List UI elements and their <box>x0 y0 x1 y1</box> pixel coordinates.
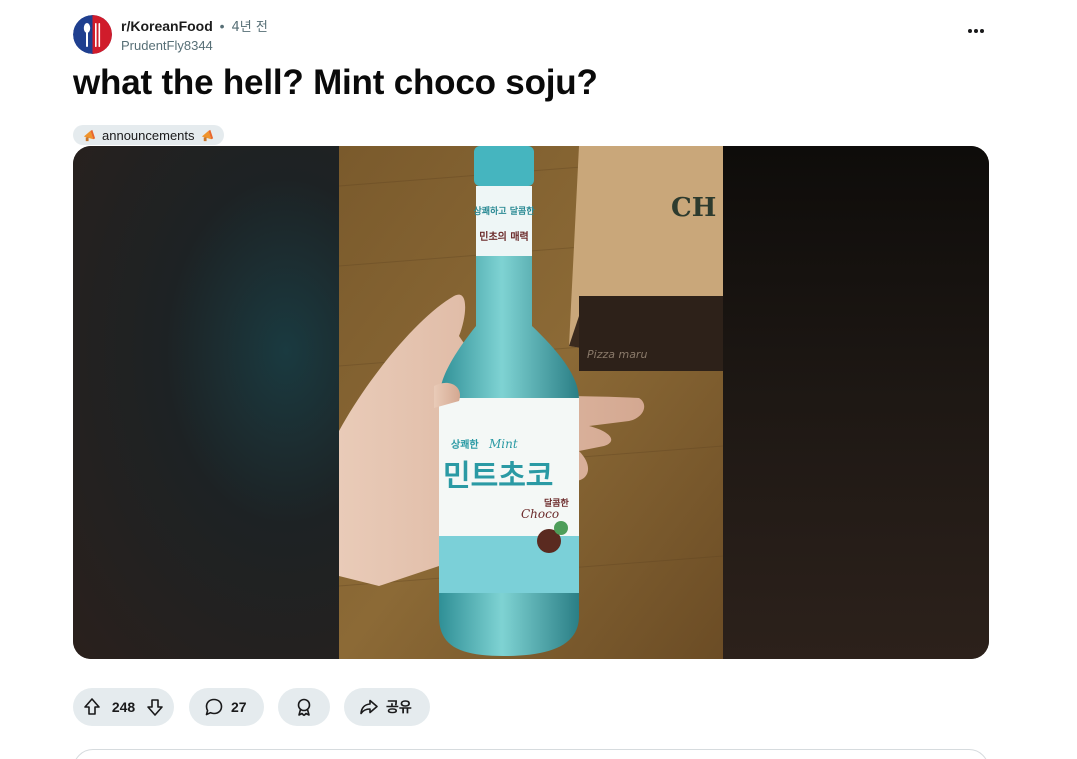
bottle-brand-script: Mint <box>488 437 518 451</box>
downvote-button[interactable] <box>144 696 166 718</box>
subreddit-avatar[interactable] <box>73 15 112 54</box>
bottle-neck-line1: 상쾌하고 달콤한 <box>473 205 535 217</box>
share-label: 공유 <box>386 700 412 716</box>
author-link[interactable]: PrudentFly8344 <box>121 37 213 54</box>
share-arrow-icon <box>358 696 380 718</box>
flair-label: announcements <box>102 127 195 143</box>
megaphone-icon <box>83 129 96 141</box>
comment-count: 27 <box>231 699 247 715</box>
post-time: 4년 전 <box>231 20 268 35</box>
post-image[interactable]: CH Pizza maru 상쾌하고 달콤한 민초의 매력 상쾌한 Mint 민… <box>73 146 989 659</box>
subreddit-link[interactable]: r/KoreanFood <box>121 18 213 34</box>
more-horizontal-icon <box>968 29 984 33</box>
vote-control: 248 <box>73 688 174 726</box>
comments-button[interactable]: 27 <box>189 688 264 726</box>
post-header: r/KoreanFood • 4년 전 PrudentFly8344 <box>73 14 989 58</box>
downvote-arrow-icon <box>147 699 163 716</box>
upvote-button[interactable] <box>81 696 103 718</box>
box-logo-text: CH <box>671 193 716 223</box>
bottle-neck-line2: 민초의 매력 <box>479 230 528 243</box>
upvote-arrow-icon <box>84 698 100 715</box>
bottle-brand-small: 상쾌한 <box>451 438 479 451</box>
post-title[interactable]: what the hell? Mint choco soju? <box>73 60 598 106</box>
more-options-button[interactable] <box>963 18 989 44</box>
comment-bubble-icon <box>203 696 225 718</box>
meta-separator: • <box>219 18 225 34</box>
box-side-text: Pizza maru <box>587 348 647 361</box>
comment-input-box[interactable] <box>73 749 989 759</box>
award-button[interactable] <box>278 688 330 726</box>
bottle-choco-text: Choco <box>521 507 559 521</box>
mint-choco-soju-photo: CH Pizza maru 상쾌하고 달콤한 민초의 매력 상쾌한 Mint 민… <box>339 146 723 659</box>
megaphone-icon <box>201 129 213 141</box>
korean-food-logo-icon <box>73 15 112 54</box>
vote-count: 248 <box>111 699 136 715</box>
post-meta: r/KoreanFood • 4년 전 <box>121 17 268 37</box>
share-button[interactable]: 공유 <box>344 688 430 726</box>
award-icon <box>293 696 315 718</box>
image-blur-right <box>723 146 989 659</box>
bottle-main-text: 민트초코 <box>443 459 553 494</box>
post-flair[interactable]: announcements <box>73 125 224 145</box>
post-page: r/KoreanFood • 4년 전 PrudentFly8344 what … <box>0 0 1077 759</box>
image-blur-left <box>73 146 339 659</box>
